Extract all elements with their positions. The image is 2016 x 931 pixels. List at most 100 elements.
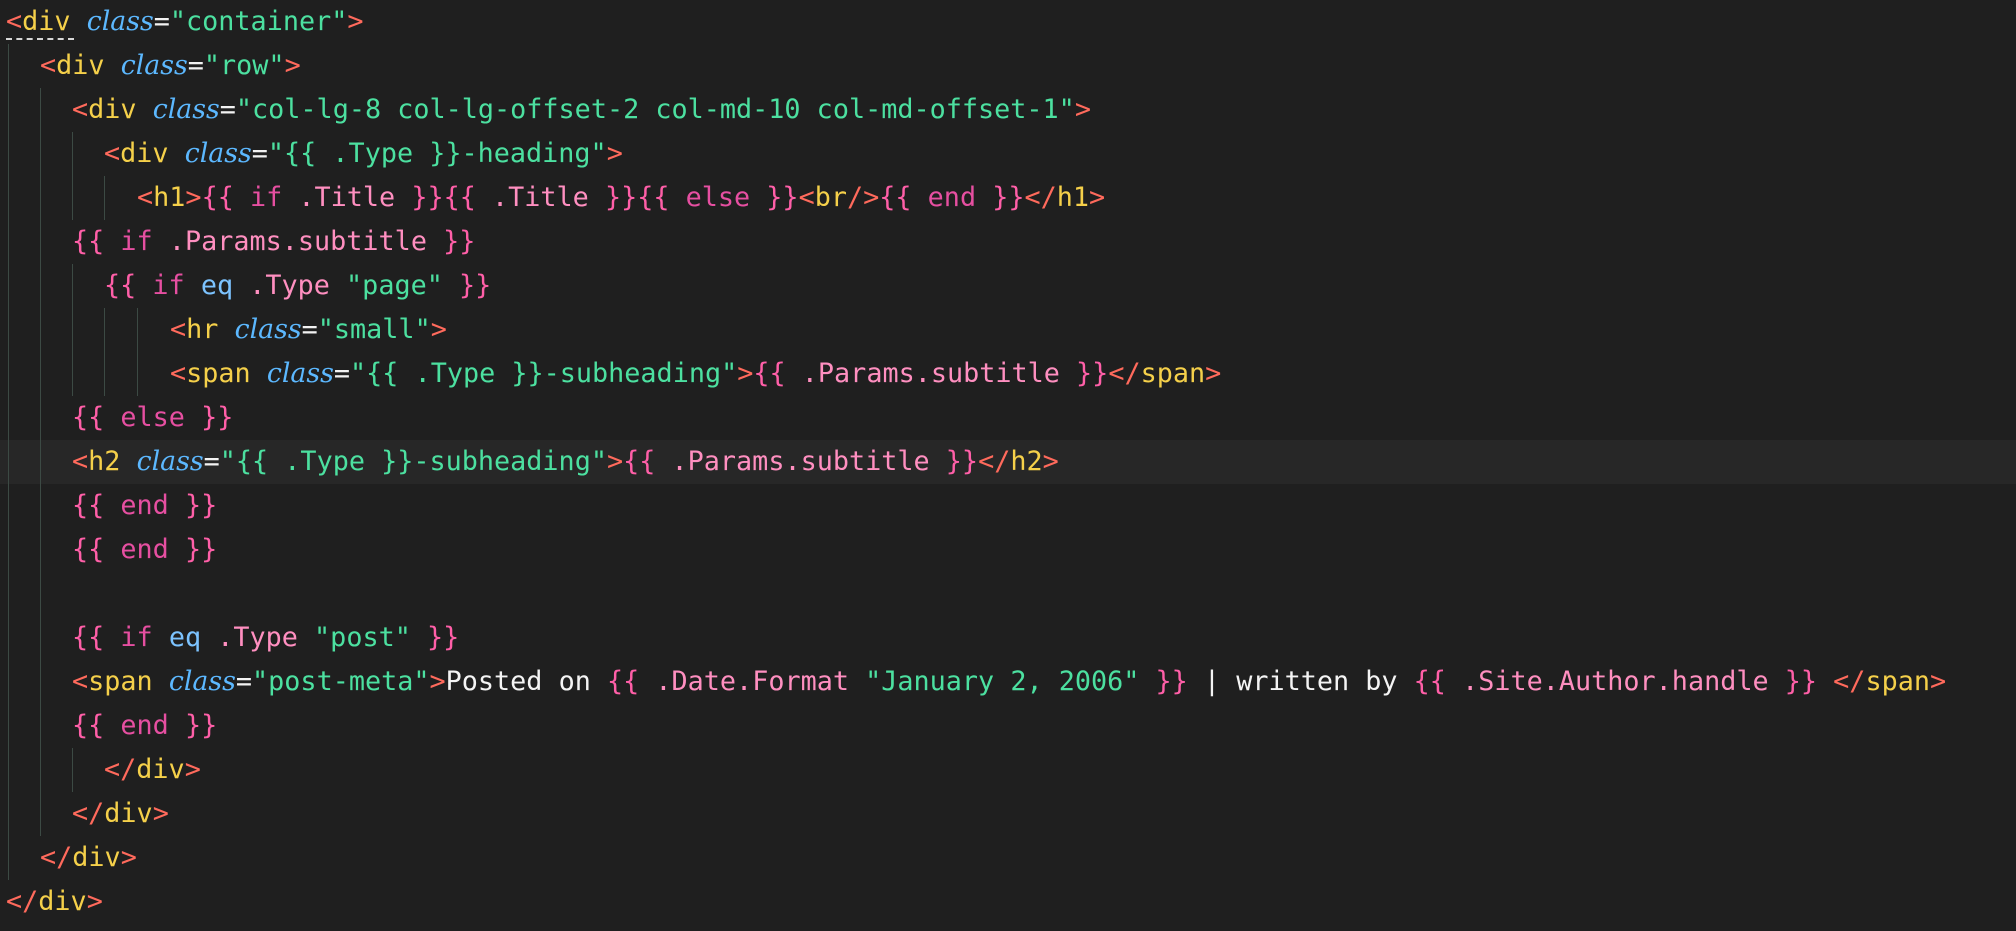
code-token: span: [1865, 666, 1930, 697]
code-token: >: [86, 886, 103, 917]
code-line[interactable]: <div class="container">: [0, 0, 2016, 44]
code-line[interactable]: {{ if .Params.subtitle }}: [0, 220, 2016, 264]
code-token: end: [120, 710, 169, 741]
code-line-text: <hr class="small">: [170, 308, 447, 352]
code-token: </: [1108, 358, 1141, 389]
code-token: end: [927, 182, 977, 213]
code-token: </: [978, 446, 1011, 477]
code-token: class: [136, 446, 204, 477]
code-line[interactable]: <span class="{{ .Type }}-subheading">{{ …: [0, 352, 2016, 396]
code-line[interactable]: {{ else }}: [0, 396, 2016, 440]
code-line[interactable]: {{ end }}: [0, 704, 2016, 748]
code-line[interactable]: {{ if eq .Type "post" }}: [0, 616, 2016, 660]
code-line-text: {{ if eq .Type "page" }}: [104, 264, 491, 308]
code-token: hr: [186, 314, 219, 345]
code-token: div: [72, 842, 121, 873]
warning-squiggle: [6, 38, 74, 40]
code-line[interactable]: <h1>{{ if .Title }}{{ .Title }}{{ else }…: [0, 176, 2016, 220]
code-token: >: [606, 138, 623, 169]
indent-guide: [40, 308, 41, 352]
indent-guide: [40, 704, 41, 748]
code-line-text: <h2 class="{{ .Type }}-subheading">{{ .P…: [72, 440, 1059, 484]
code-line-active[interactable]: <h2 class="{{ .Type }}-subheading">{{ .P…: [0, 440, 2016, 484]
code-token: "small": [317, 314, 431, 345]
code-token: Posted on: [445, 666, 607, 697]
code-token: "{{ .Type }}-subheading": [219, 446, 607, 477]
code-token: </: [104, 754, 137, 785]
code-token: {{: [606, 666, 656, 697]
indent-guide: [137, 352, 138, 396]
code-token: class: [266, 358, 334, 389]
code-editor[interactable]: <div class="container"> <div class="row"…: [0, 0, 2016, 931]
code-line[interactable]: <div class="row">: [0, 44, 2016, 88]
indent-guide: [8, 352, 9, 396]
code-line[interactable]: {{ end }}: [0, 528, 2016, 572]
indent-guide: [72, 132, 73, 176]
code-line[interactable]: </div>: [0, 792, 2016, 836]
code-token: }}: [1784, 666, 1818, 697]
code-token: >: [606, 446, 624, 477]
code-token: "page": [346, 270, 443, 301]
indent-guide: [8, 484, 9, 528]
indent-guide: [40, 88, 41, 132]
code-line[interactable]: {{ end }}: [0, 484, 2016, 528]
code-line[interactable]: </div>: [0, 880, 2016, 924]
code-line[interactable]: <span class="post-meta">Posted on {{ .Da…: [0, 660, 2016, 704]
code-token: }}: [442, 270, 492, 301]
code-line[interactable]: [0, 572, 2016, 616]
code-line[interactable]: </div>: [0, 836, 2016, 880]
code-line-text: <div class="{{ .Type }}-heading">: [104, 132, 623, 176]
code-token: .Params.subtitle: [801, 358, 1077, 389]
code-line-text: <span class="post-meta">Posted on {{ .Da…: [72, 660, 1946, 704]
indent-guide: [40, 440, 41, 484]
code-token: "post": [314, 622, 411, 653]
code-line-text: </div>: [104, 748, 201, 792]
code-line[interactable]: <div class="{{ .Type }}-heading">: [0, 132, 2016, 176]
code-line[interactable]: {{ if eq .Type "page" }}: [0, 264, 2016, 308]
indent-guide: [104, 352, 105, 396]
code-token: div: [88, 94, 137, 125]
code-token: .Title: [492, 182, 605, 213]
code-token: =: [251, 138, 268, 169]
indent-guide: [8, 660, 9, 704]
code-token: />: [846, 182, 880, 213]
code-token: }}: [1076, 358, 1109, 389]
code-token: div: [56, 50, 105, 81]
indent-guide: [8, 220, 9, 264]
indent-guide: [72, 748, 73, 792]
code-line[interactable]: </div>: [0, 748, 2016, 792]
code-token: {{: [201, 182, 250, 213]
code-token: div: [136, 754, 185, 785]
code-token: </: [40, 842, 73, 873]
code-token: >: [284, 50, 301, 81]
code-line[interactable]: <div class="col-lg-8 col-lg-offset-2 col…: [0, 88, 2016, 132]
code-token: end: [120, 534, 169, 565]
indent-guide: [40, 748, 41, 792]
code-token: <: [72, 446, 89, 477]
code-token: <: [40, 50, 57, 81]
code-token: {{: [1413, 666, 1463, 697]
code-token: {{: [72, 402, 121, 433]
code-token: >: [737, 358, 754, 389]
indent-guide: [8, 308, 9, 352]
code-token: "{{ .Type }}-heading": [267, 138, 607, 169]
code-line[interactable]: <hr class="small">: [0, 308, 2016, 352]
indent-guide: [104, 176, 105, 220]
indent-guide: [8, 88, 9, 132]
code-line-text: </div>: [72, 792, 169, 836]
code-token: | written by: [1187, 666, 1414, 697]
code-token: >: [1930, 666, 1947, 697]
code-token: >: [184, 754, 201, 785]
code-token: if: [120, 622, 153, 653]
code-token: if: [249, 182, 283, 213]
code-token: span: [1140, 358, 1206, 389]
code-token: h1: [1056, 182, 1090, 213]
code-token: =: [187, 50, 204, 81]
code-token: =: [333, 358, 351, 389]
indent-guide: [104, 308, 105, 352]
code-token: {{: [753, 358, 802, 389]
code-token: .Title: [282, 182, 412, 213]
indent-guide: [72, 308, 73, 352]
